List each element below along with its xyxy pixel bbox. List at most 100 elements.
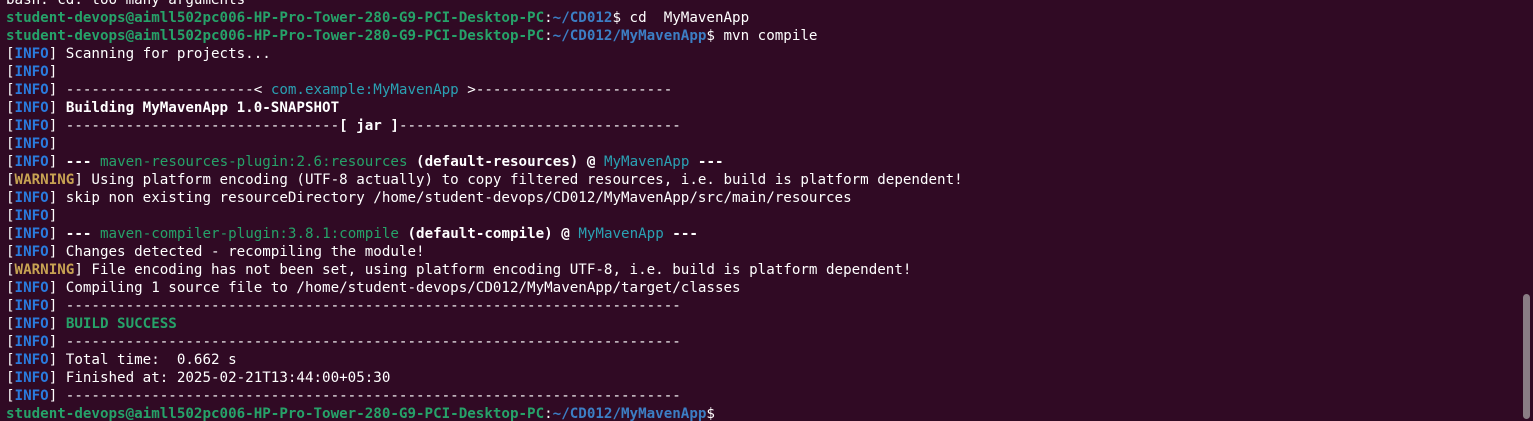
tag-close: ] xyxy=(48,190,58,206)
prompt-dollar: $ xyxy=(612,10,622,26)
prompt-user-host: student-devops@aimll502pc006-HP-Pro-Towe… xyxy=(6,10,545,26)
command-text: mvn compile xyxy=(714,28,818,44)
tag-close: ] xyxy=(48,334,58,350)
prompt-user-host: student-devops@aimll502pc006-HP-Pro-Towe… xyxy=(6,406,545,421)
log-line: [INFO] Building MyMavenApp 1.0-SNAPSHOT xyxy=(6,99,1513,117)
tag-open: [ xyxy=(6,226,15,242)
prompt-path: ~/CD012/MyMavenApp xyxy=(552,28,707,44)
prompt-dollar: $ xyxy=(706,406,715,421)
log-line: [INFO] xyxy=(6,207,1513,225)
tag-close: ] xyxy=(48,118,58,134)
tag-open: [ xyxy=(6,352,15,368)
plugin-dashes: --- xyxy=(57,154,92,170)
log-line: [INFO] skip non existing resourceDirecto… xyxy=(6,189,1513,207)
log-text: File encoding has not been set, using pl… xyxy=(82,262,912,278)
info-tag: INFO xyxy=(14,154,49,170)
terminal-window[interactable]: bash: cd: too many arguments student-dev… xyxy=(0,0,1533,421)
info-tag: INFO xyxy=(14,388,49,404)
info-tag: INFO xyxy=(14,352,49,368)
prompt-line-cd: student-devops@aimll502pc006-HP-Pro-Towe… xyxy=(6,9,1513,27)
building-text: Building MyMavenApp 1.0-SNAPSHOT xyxy=(65,100,340,116)
tag-close: ] xyxy=(48,244,58,260)
prompt-dollar: $ xyxy=(706,28,715,44)
log-line: [INFO] ----------------------< com.examp… xyxy=(6,81,1513,99)
tag-open: [ xyxy=(6,388,15,404)
project-name: MyMavenApp xyxy=(603,154,690,170)
tag-open: [ xyxy=(6,172,15,188)
plugin-dashes: --- xyxy=(57,226,92,242)
log-line: [INFO] ---------------------------------… xyxy=(6,297,1513,315)
info-tag: INFO xyxy=(14,244,49,260)
log-line: [INFO] xyxy=(6,135,1513,153)
tag-close: ] xyxy=(48,64,58,80)
artifact-suffix: >----------------------- xyxy=(458,82,673,98)
tag-close: ] xyxy=(48,370,58,386)
prompt-colon: : xyxy=(544,406,553,421)
terminal-output: bash: cd: too many arguments student-dev… xyxy=(6,0,1513,421)
log-line: [INFO] ---------------------------------… xyxy=(6,387,1513,405)
log-line: [INFO] xyxy=(6,63,1513,81)
info-tag: INFO xyxy=(14,190,49,206)
prompt-line-mvn: student-devops@aimll502pc006-HP-Pro-Towe… xyxy=(6,27,1513,45)
total-time: Total time: 0.662 s xyxy=(57,352,237,368)
info-tag: INFO xyxy=(14,64,49,80)
tag-close: ] xyxy=(48,154,58,170)
info-tag: INFO xyxy=(14,208,49,224)
tag-open: [ xyxy=(6,280,15,296)
tag-open: [ xyxy=(6,262,15,278)
tag-close: ] xyxy=(48,298,58,314)
vertical-scrollbar[interactable] xyxy=(1523,294,1530,419)
info-tag: INFO xyxy=(14,226,49,242)
log-line: [INFO] Scanning for projects... xyxy=(6,45,1513,63)
tag-close: ] xyxy=(48,388,58,404)
plugin-name: maven-resources-plugin:2.6:resources xyxy=(99,154,408,170)
log-text: skip non existing resourceDirectory /hom… xyxy=(57,190,852,206)
info-tag: INFO xyxy=(14,298,49,314)
log-line: [INFO] --- maven-resources-plugin:2.6:re… xyxy=(6,153,1513,171)
prompt-path: ~/CD012 xyxy=(552,10,613,26)
info-tag: INFO xyxy=(14,46,49,62)
jar-prefix: -------------------------------- xyxy=(57,118,340,134)
tag-close: ] xyxy=(48,82,58,98)
tag-open: [ xyxy=(6,46,15,62)
log-text: Changes detected - recompiling the modul… xyxy=(57,244,425,260)
project-name: MyMavenApp xyxy=(578,226,664,242)
at-sign: @ xyxy=(578,154,604,170)
log-text: Compiling 1 source file to /home/student… xyxy=(57,280,741,296)
prev-output-line: bash: cd: too many arguments xyxy=(6,0,1513,9)
info-tag: INFO xyxy=(14,100,49,116)
tag-open: [ xyxy=(6,298,15,314)
tag-close: ] xyxy=(74,172,83,188)
separator: ----------------------------------------… xyxy=(57,298,681,314)
prompt-colon: : xyxy=(544,28,553,44)
tag-open: [ xyxy=(6,370,15,386)
plugin-execution: (default-compile) xyxy=(407,226,553,242)
prompt-user-host: student-devops@aimll502pc006-HP-Pro-Towe… xyxy=(6,28,545,44)
log-line: [INFO] --- maven-compiler-plugin:3.8.1:c… xyxy=(6,225,1513,243)
tag-open: [ xyxy=(6,190,15,206)
plugin-dashes: --- xyxy=(689,154,724,170)
tag-open: [ xyxy=(6,334,15,350)
tag-open: [ xyxy=(6,154,15,170)
tag-close: ] xyxy=(48,46,58,62)
artifact-prefix: ----------------------< xyxy=(57,82,271,98)
info-tag: INFO xyxy=(14,118,49,134)
tag-close: ] xyxy=(48,352,58,368)
tag-close: ] xyxy=(48,316,58,332)
info-tag: INFO xyxy=(14,334,49,350)
tag-close: ] xyxy=(48,280,58,296)
tag-open: [ xyxy=(6,208,15,224)
log-line: [WARNING] Using platform encoding (UTF-8… xyxy=(6,171,1513,189)
info-tag: INFO xyxy=(14,82,49,98)
info-tag: INFO xyxy=(14,316,49,332)
artifact-id: com.example:MyMavenApp xyxy=(270,82,459,98)
tag-open: [ xyxy=(6,136,15,152)
log-line: [WARNING] File encoding has not been set… xyxy=(6,261,1513,279)
warning-tag: WARNING xyxy=(14,262,75,278)
prompt-colon: : xyxy=(544,10,553,26)
jar-suffix: --------------------------------- xyxy=(398,118,681,134)
log-line: [INFO] Compiling 1 source file to /home/… xyxy=(6,279,1513,297)
tag-close: ] xyxy=(48,100,58,116)
prompt-line-current[interactable]: student-devops@aimll502pc006-HP-Pro-Towe… xyxy=(6,405,1513,421)
tag-close: ] xyxy=(48,226,58,242)
